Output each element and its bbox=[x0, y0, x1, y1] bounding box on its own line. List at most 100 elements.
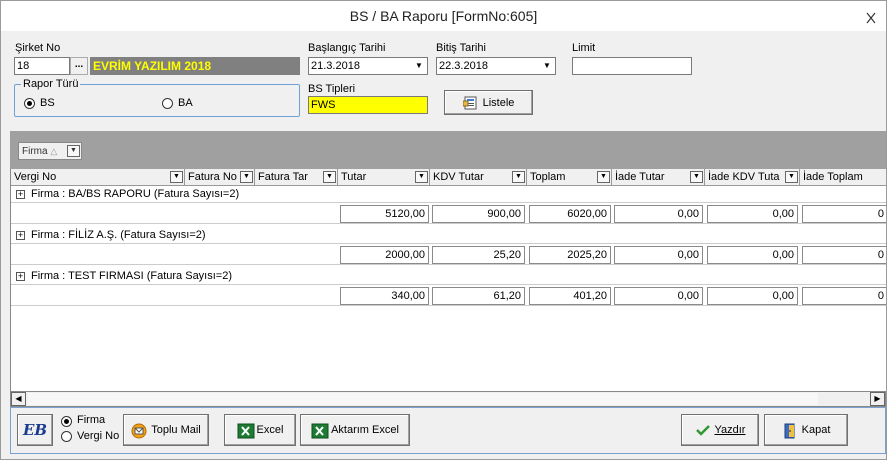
column-header-iade-tutar[interactable]: İade Tutar ▼ bbox=[612, 169, 705, 186]
bs-types-input[interactable]: FWS bbox=[308, 96, 428, 114]
cell-iade-kdv-tutar[interactable]: 0,00 bbox=[707, 205, 798, 223]
logo-icon: EB bbox=[22, 421, 48, 439]
logo-button[interactable]: EB bbox=[17, 414, 53, 446]
end-date-label: Bitiş Tarihi bbox=[436, 42, 486, 54]
cell-iade-tutar[interactable]: 0,00 bbox=[614, 287, 703, 305]
column-header-fatura-no[interactable]: Fatura No ▼ bbox=[185, 169, 255, 186]
start-date-label: Başlangıç Tarihi bbox=[308, 42, 386, 54]
horizontal-scrollbar[interactable]: ◀ ▶ bbox=[10, 391, 886, 407]
column-header-label: Toplam bbox=[530, 171, 566, 183]
close-icon[interactable] bbox=[860, 7, 882, 25]
cell-kdv-tutar[interactable]: 900,00 bbox=[432, 205, 525, 223]
print-label: Yazdır bbox=[714, 424, 746, 436]
excel-icon bbox=[237, 423, 255, 439]
column-header-iade-kdv-tutar[interactable]: İade KDV Tuta ▼ bbox=[705, 169, 800, 186]
cell-toplam[interactable]: 2025,20 bbox=[529, 246, 611, 264]
cell-kdv-tutar[interactable]: 25,20 bbox=[432, 246, 525, 264]
report-grid: Vergi No ▼ Fatura No ▼ Fatura Tar ▼ Tuta… bbox=[10, 169, 886, 391]
excel-button[interactable]: Excel bbox=[224, 414, 296, 446]
chevron-down-icon[interactable]: ▼ bbox=[170, 171, 183, 183]
print-button[interactable]: Yazdır bbox=[681, 414, 759, 446]
cell-kdv-tutar[interactable]: 61,20 bbox=[432, 287, 525, 305]
group-by-firma-chip[interactable]: Firma △ ▼ bbox=[18, 142, 82, 160]
bottom-toolbar: EB Firma Vergi No Toplu Mail Excel Aktar… bbox=[10, 407, 886, 454]
bulk-mail-label: Toplu Mail bbox=[151, 424, 201, 436]
cell-iade-kdv-tutar[interactable]: 0,00 bbox=[707, 287, 798, 305]
excel-icon bbox=[311, 423, 329, 439]
expand-icon[interactable]: + bbox=[16, 231, 25, 240]
cell-iade-kdv-tutar[interactable]: 0,00 bbox=[707, 246, 798, 264]
list-button[interactable]: Listele bbox=[444, 90, 533, 115]
group-row[interactable]: + Firma : FİLİZ A.Ş. (Fatura Sayısı=2) bbox=[11, 228, 886, 244]
limit-input[interactable] bbox=[572, 57, 692, 75]
expand-icon[interactable]: + bbox=[16, 272, 25, 281]
report-type-group: Rapor Türü bbox=[14, 78, 300, 117]
report-type-bs-radio[interactable] bbox=[24, 98, 35, 109]
scroll-right-icon[interactable]: ▶ bbox=[870, 392, 885, 406]
scrollbar-thumb[interactable] bbox=[28, 393, 818, 405]
column-header-toplam[interactable]: Toplam ▼ bbox=[527, 169, 612, 186]
table-row[interactable]: 2000,00 25,20 2025,20 0,00 0,00 0 bbox=[11, 245, 886, 265]
company-lookup-button[interactable]: ... bbox=[70, 57, 88, 75]
group-by-firma-label[interactable]: Firma bbox=[77, 414, 105, 426]
column-header-label: Fatura No bbox=[188, 171, 237, 183]
group-row-label: Firma : FİLİZ A.Ş. (Fatura Sayısı=2) bbox=[31, 229, 206, 241]
report-window: BS / BA Raporu [FormNo:605] Şirket No 18… bbox=[0, 0, 887, 460]
export-excel-button[interactable]: Aktarım Excel bbox=[300, 414, 410, 446]
cell-iade-toplam[interactable]: 0 bbox=[802, 205, 886, 223]
list-icon bbox=[462, 96, 479, 110]
cell-toplam[interactable]: 401,20 bbox=[529, 287, 611, 305]
bulk-mail-button[interactable]: Toplu Mail bbox=[123, 414, 209, 446]
chevron-down-icon[interactable]: ▼ bbox=[540, 59, 554, 73]
cell-iade-tutar[interactable]: 0,00 bbox=[614, 205, 703, 223]
chevron-down-icon[interactable]: ▼ bbox=[67, 145, 80, 157]
chevron-down-icon[interactable]: ▼ bbox=[512, 171, 525, 183]
chevron-down-icon[interactable]: ▼ bbox=[240, 171, 253, 183]
chevron-down-icon[interactable]: ▼ bbox=[412, 59, 426, 73]
column-header-vergi-no[interactable]: Vergi No ▼ bbox=[11, 169, 185, 186]
table-row[interactable]: 5120,00 900,00 6020,00 0,00 0,00 0 bbox=[11, 204, 886, 224]
start-date-picker[interactable]: 21.3.2018 ▼ bbox=[308, 57, 428, 75]
mail-icon bbox=[131, 423, 147, 439]
column-header-label: İade Tutar bbox=[615, 171, 665, 183]
cell-tutar[interactable]: 340,00 bbox=[340, 287, 429, 305]
list-button-label: Listele bbox=[482, 96, 515, 109]
chevron-down-icon[interactable]: ▼ bbox=[690, 171, 703, 183]
column-header-label: Fatura Tar bbox=[258, 171, 308, 183]
cell-toplam[interactable]: 6020,00 bbox=[529, 205, 611, 223]
export-excel-label: Aktarım Excel bbox=[331, 424, 399, 436]
table-row[interactable]: 340,00 61,20 401,20 0,00 0,00 0 bbox=[11, 286, 886, 306]
chevron-down-icon[interactable]: ▼ bbox=[597, 171, 610, 183]
cell-iade-toplam[interactable]: 0 bbox=[802, 287, 886, 305]
expand-icon[interactable]: + bbox=[16, 190, 25, 199]
group-by-firma-radio[interactable] bbox=[61, 416, 72, 427]
excel-label: Excel bbox=[256, 424, 284, 436]
chevron-down-icon[interactable]: ▼ bbox=[785, 171, 798, 183]
limit-label: Limit bbox=[572, 42, 596, 54]
column-header-iade-toplam[interactable]: İade Toplam bbox=[800, 169, 886, 186]
group-row[interactable]: + Firma : BA/BS RAPORU (Fatura Sayısı=2) bbox=[11, 187, 886, 203]
close-button[interactable]: Kapat bbox=[764, 414, 848, 446]
column-header-label: İade Toplam bbox=[803, 171, 863, 183]
group-row[interactable]: + Firma : TEST FIRMASI (Fatura Sayısı=2) bbox=[11, 269, 886, 285]
chevron-down-icon[interactable]: ▼ bbox=[323, 171, 336, 183]
report-type-bs-label[interactable]: BS bbox=[40, 97, 55, 109]
cell-iade-toplam[interactable]: 0 bbox=[802, 246, 886, 264]
report-type-ba-label[interactable]: BA bbox=[178, 97, 193, 109]
group-by-vergi-no-label[interactable]: Vergi No bbox=[77, 430, 119, 442]
group-chip-label: Firma bbox=[22, 146, 48, 157]
column-header-label: İade KDV Tuta bbox=[708, 171, 780, 183]
cell-iade-tutar[interactable]: 0,00 bbox=[614, 246, 703, 264]
group-by-vergi-no-radio[interactable] bbox=[61, 431, 72, 442]
end-date-picker[interactable]: 22.3.2018 ▼ bbox=[436, 57, 556, 75]
column-header-kdv-tutar[interactable]: KDV Tutar ▼ bbox=[430, 169, 527, 186]
cell-tutar[interactable]: 2000,00 bbox=[340, 246, 429, 264]
column-header-tutar[interactable]: Tutar ▼ bbox=[338, 169, 430, 186]
report-type-ba-radio[interactable] bbox=[162, 98, 173, 109]
scroll-left-icon[interactable]: ◀ bbox=[11, 392, 26, 406]
cell-tutar[interactable]: 5120,00 bbox=[340, 205, 429, 223]
column-header-fatura-tar[interactable]: Fatura Tar ▼ bbox=[255, 169, 338, 186]
chevron-down-icon[interactable]: ▼ bbox=[415, 171, 428, 183]
company-no-label: Şirket No bbox=[15, 42, 61, 54]
company-no-input[interactable]: 18 bbox=[14, 57, 70, 75]
